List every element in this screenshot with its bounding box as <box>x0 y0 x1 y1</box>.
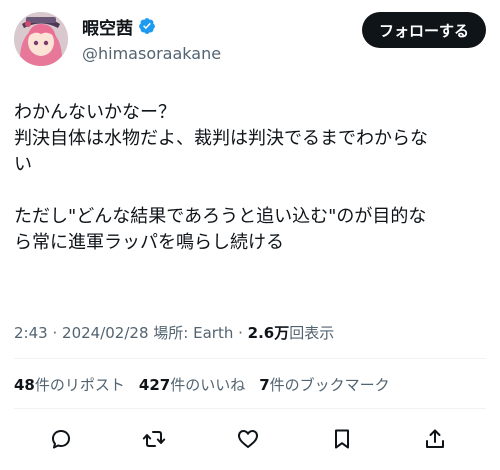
likes-stat[interactable]: 427件のいいね <box>139 374 245 395</box>
reply-icon <box>52 430 70 449</box>
bookmarks-stat[interactable]: 7件のブックマーク <box>259 374 389 395</box>
tweet-line: 判決自体は水物だよ、裁判は判決でるまでわからな <box>14 128 428 149</box>
tweet-date[interactable]: 2024/02/28 <box>62 324 148 342</box>
tweet-time[interactable]: 2:43 <box>14 324 48 342</box>
reposts-stat[interactable]: 48件のリポスト <box>14 374 125 395</box>
avatar[interactable] <box>14 12 68 66</box>
bookmarks-label: 件のブックマーク <box>269 376 390 394</box>
reply-button[interactable] <box>46 424 76 454</box>
tweet-line: ら常に進軍ラッパを鳴らし続ける <box>14 232 284 253</box>
repost-icon <box>142 431 166 447</box>
display-name-row: 暇空茜 <box>82 14 221 39</box>
tweet-location: 場所: Earth <box>153 324 234 342</box>
meta-separator: · <box>238 324 243 342</box>
verified-badge-icon[interactable] <box>138 17 156 35</box>
views-label: 回表示 <box>289 324 335 342</box>
author-names: 暇空茜 @himasoraakane <box>82 14 221 63</box>
tweet-line: ただし"どんな結果であろうと追い込む"のが目的な <box>14 206 427 227</box>
handle[interactable]: @himasoraakane <box>82 44 221 63</box>
tweet-text: わかんないかなー？ 判決自体は水物だよ、裁判は判決でるまでわからな い ただし"… <box>14 100 490 256</box>
reposts-label: 件のリポスト <box>34 376 125 394</box>
bookmark-icon <box>335 429 349 449</box>
divider <box>14 408 486 409</box>
like-icon <box>238 430 258 448</box>
action-bar <box>46 424 446 454</box>
meta-separator: · <box>52 324 58 342</box>
reposts-count: 48 <box>14 376 35 394</box>
tweet-header: 暇空茜 @himasoraakane フォローする <box>14 10 486 70</box>
share-icon <box>426 429 444 448</box>
display-name[interactable]: 暇空茜 <box>82 14 133 39</box>
avatar-image <box>14 12 68 66</box>
likes-count: 427 <box>138 376 171 394</box>
tweet-line: わかんないかなー？ <box>14 102 176 123</box>
bookmarks-count: 7 <box>259 376 270 394</box>
tweet-stats: 48件のリポスト 427件のいいね 7件のブックマーク <box>14 374 404 395</box>
like-button[interactable] <box>233 424 263 454</box>
likes-label: 件のいいね <box>170 376 246 394</box>
views-count: 2.6万 <box>247 324 290 342</box>
bookmark-button[interactable] <box>327 424 357 454</box>
tweet-meta: 2:43 · 2024/02/28 場所: Earth · 2.6万回表示 <box>14 322 334 343</box>
divider <box>14 358 486 359</box>
follow-button[interactable]: フォローする <box>361 12 486 48</box>
share-button[interactable] <box>420 424 450 454</box>
tweet-line: い <box>14 154 32 175</box>
repost-button[interactable] <box>139 424 169 454</box>
